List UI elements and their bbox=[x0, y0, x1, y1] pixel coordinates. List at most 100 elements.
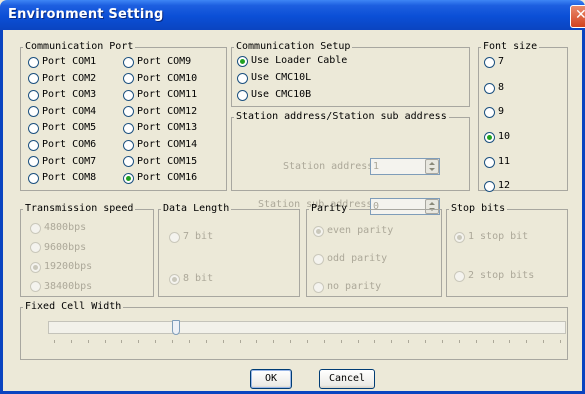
port-port-com8-option[interactable]: Port COM8 bbox=[28, 172, 96, 184]
slider-tick bbox=[256, 340, 258, 343]
radio-button-icon[interactable] bbox=[30, 242, 41, 253]
data-length-8-bit-option[interactable]: 8 bit bbox=[169, 273, 213, 285]
port-option-label: Port COM4 bbox=[42, 105, 97, 117]
radio-button-icon[interactable] bbox=[28, 73, 39, 85]
port-port-com16-option[interactable]: Port COM16 bbox=[123, 172, 197, 184]
radio-button-icon[interactable] bbox=[30, 281, 41, 292]
font-size-10-option[interactable]: 10 bbox=[484, 131, 510, 143]
radio-button-icon[interactable] bbox=[237, 55, 248, 67]
radio-button-icon[interactable] bbox=[28, 106, 39, 118]
radio-button-icon[interactable] bbox=[313, 253, 324, 265]
radio-button-icon[interactable] bbox=[454, 270, 465, 282]
radio-button-icon[interactable] bbox=[484, 180, 495, 192]
radio-button-icon[interactable] bbox=[484, 56, 495, 68]
slider-tick bbox=[138, 340, 140, 343]
parity-no-parity-option[interactable]: no parity bbox=[313, 281, 381, 293]
data-length-7-bit-option[interactable]: 7 bit bbox=[169, 231, 213, 243]
speed-19200bps-option[interactable]: 19200bps bbox=[30, 261, 92, 273]
font-size-11-option[interactable]: 11 bbox=[484, 156, 510, 168]
radio-button-icon[interactable] bbox=[484, 131, 495, 143]
stop-bits-1-stop-bit-option[interactable]: 1 stop bit bbox=[454, 231, 528, 243]
radio-button-icon[interactable] bbox=[484, 106, 495, 118]
radio-button-icon[interactable] bbox=[123, 139, 134, 151]
radio-button-icon[interactable] bbox=[28, 139, 39, 151]
radio-button-icon[interactable] bbox=[28, 122, 39, 134]
port-port-com14-option[interactable]: Port COM14 bbox=[123, 139, 197, 151]
data-length-legend: Data Length bbox=[163, 203, 230, 214]
radio-button-icon[interactable] bbox=[169, 273, 180, 285]
environment-setting-dialog: Environment Setting ✕ Communication Port… bbox=[0, 0, 585, 394]
radio-button-icon[interactable] bbox=[28, 56, 39, 68]
radio-button-icon[interactable] bbox=[123, 56, 134, 68]
port-port-com7-option[interactable]: Port COM7 bbox=[28, 156, 96, 168]
speed-38400bps-option[interactable]: 38400bps bbox=[30, 281, 92, 293]
font-size-option-label: 7 bbox=[498, 56, 505, 67]
radio-button-icon[interactable] bbox=[123, 172, 134, 184]
cancel-button[interactable]: Cancel bbox=[319, 369, 375, 389]
radio-button-icon[interactable] bbox=[237, 72, 248, 84]
slider-tick bbox=[391, 340, 393, 343]
radio-button-icon[interactable] bbox=[484, 82, 495, 94]
slider-tick bbox=[425, 340, 427, 343]
font-size-option-label: 10 bbox=[498, 131, 511, 142]
port-port-com6-option[interactable]: Port COM6 bbox=[28, 139, 96, 151]
port-option-label: Port COM16 bbox=[137, 172, 198, 184]
font-size-9-option[interactable]: 9 bbox=[484, 106, 504, 118]
stop-bits-option-label: 2 stop bits bbox=[468, 270, 535, 281]
slider-tick bbox=[155, 340, 157, 343]
radio-button-icon[interactable] bbox=[28, 172, 39, 184]
slider-tick bbox=[290, 340, 292, 343]
close-icon: ✕ bbox=[575, 7, 585, 23]
title-bar[interactable]: Environment Setting ✕ bbox=[0, 0, 585, 30]
setup-use-cmc10l-option[interactable]: Use CMC10L bbox=[237, 72, 311, 84]
setup-option-label: Use Loader Cable bbox=[251, 55, 348, 66]
port-port-com13-option[interactable]: Port COM13 bbox=[123, 122, 197, 134]
setup-use-loader-cable-option[interactable]: Use Loader Cable bbox=[237, 55, 347, 67]
stop-bits-2-stop-bits-option[interactable]: 2 stop bits bbox=[454, 270, 534, 282]
font-size-7-option[interactable]: 7 bbox=[484, 56, 504, 68]
font-size-12-option[interactable]: 12 bbox=[484, 180, 510, 192]
port-port-com2-option[interactable]: Port COM2 bbox=[28, 73, 96, 85]
radio-button-icon[interactable] bbox=[123, 106, 134, 118]
speed-option-label: 38400bps bbox=[44, 280, 93, 292]
close-button[interactable]: ✕ bbox=[570, 5, 585, 28]
radio-button-icon[interactable] bbox=[454, 231, 465, 243]
station-address-spinner[interactable] bbox=[425, 159, 439, 174]
radio-button-icon[interactable] bbox=[30, 222, 41, 234]
slider-tick bbox=[205, 340, 207, 343]
speed-4800bps-option[interactable]: 4800bps bbox=[30, 222, 86, 234]
slider-tick bbox=[307, 340, 308, 343]
port-port-com3-option[interactable]: Port COM3 bbox=[28, 89, 96, 101]
cell-width-slider-thumb[interactable] bbox=[171, 320, 180, 335]
parity-even-parity-option[interactable]: even parity bbox=[313, 225, 393, 237]
cell-width-slider-track[interactable] bbox=[48, 321, 566, 334]
radio-button-icon[interactable] bbox=[28, 89, 39, 101]
port-port-com11-option[interactable]: Port COM11 bbox=[123, 89, 197, 101]
radio-button-icon[interactable] bbox=[123, 156, 134, 168]
slider-tick bbox=[458, 340, 460, 343]
radio-button-icon[interactable] bbox=[484, 156, 495, 168]
port-option-label: Port COM8 bbox=[42, 172, 97, 184]
port-port-com5-option[interactable]: Port COM5 bbox=[28, 122, 96, 134]
radio-button-icon[interactable] bbox=[313, 281, 324, 293]
port-port-com12-option[interactable]: Port COM12 bbox=[123, 106, 197, 118]
port-port-com4-option[interactable]: Port COM4 bbox=[28, 106, 96, 118]
radio-button-icon[interactable] bbox=[123, 89, 134, 101]
parity-odd-parity-option[interactable]: odd parity bbox=[313, 253, 387, 265]
radio-button-icon[interactable] bbox=[123, 73, 134, 85]
radio-button-icon[interactable] bbox=[313, 225, 324, 237]
ok-button[interactable]: OK bbox=[250, 369, 292, 389]
radio-button-icon[interactable] bbox=[28, 156, 39, 168]
radio-button-icon[interactable] bbox=[123, 122, 134, 134]
radio-button-icon[interactable] bbox=[169, 231, 180, 243]
radio-button-icon[interactable] bbox=[30, 261, 41, 273]
speed-9600bps-option[interactable]: 9600bps bbox=[30, 242, 86, 254]
slider-tick bbox=[509, 340, 511, 343]
setup-use-cmc10b-option[interactable]: Use CMC10B bbox=[237, 89, 311, 101]
port-port-com1-option[interactable]: Port COM1 bbox=[28, 56, 96, 68]
font-size-8-option[interactable]: 8 bbox=[484, 82, 504, 94]
radio-button-icon[interactable] bbox=[237, 89, 248, 101]
port-port-com9-option[interactable]: Port COM9 bbox=[123, 56, 191, 68]
port-port-com15-option[interactable]: Port COM15 bbox=[123, 156, 197, 168]
port-port-com10-option[interactable]: Port COM10 bbox=[123, 73, 197, 85]
